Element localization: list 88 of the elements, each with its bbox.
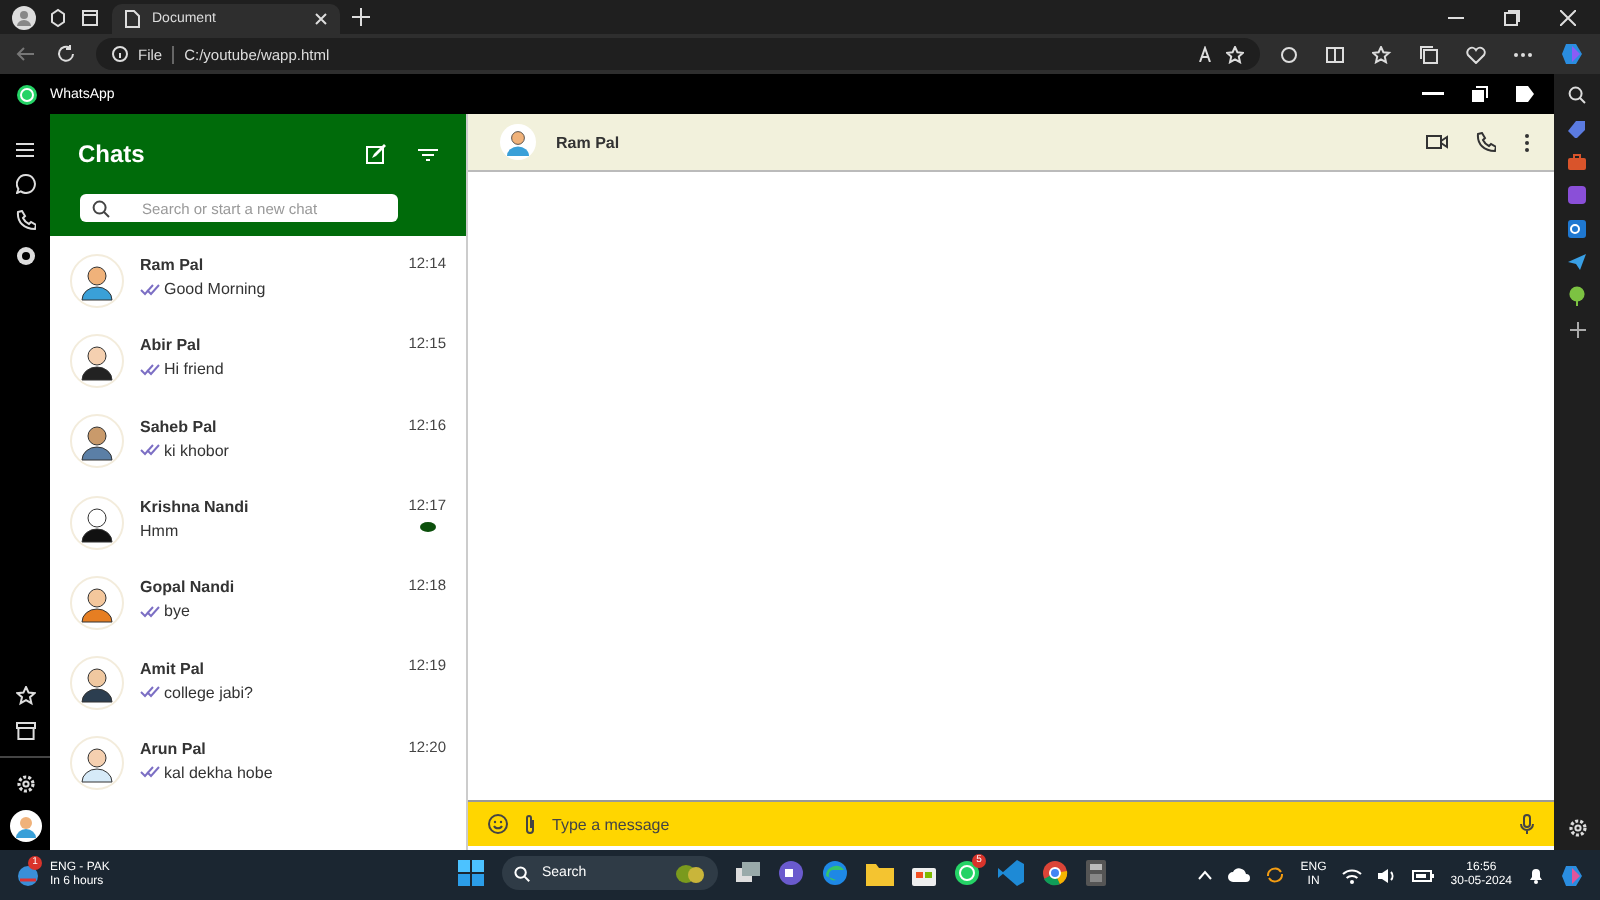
send-icon[interactable] — [1568, 254, 1586, 270]
whatsapp-logo-icon — [16, 83, 38, 105]
close-icon[interactable] — [1560, 9, 1576, 25]
attach-icon[interactable] — [524, 814, 536, 834]
avatar — [500, 124, 536, 160]
message-preview: college jabi? — [164, 683, 253, 702]
avatar — [70, 333, 124, 388]
archive-icon[interactable] — [15, 722, 35, 740]
settings-icon[interactable] — [15, 774, 35, 794]
status-icon[interactable] — [15, 246, 35, 266]
read-aloud-icon[interactable] — [1198, 46, 1216, 62]
weather-icon[interactable] — [16, 863, 40, 887]
refresh-icon[interactable] — [56, 44, 76, 64]
avatar — [70, 575, 124, 630]
collections-icon[interactable] — [1420, 45, 1438, 63]
message-preview: Hmm — [140, 522, 179, 541]
more-icon[interactable] — [1514, 51, 1532, 57]
contact-name: Krishna Nandi — [140, 498, 251, 517]
tree-icon[interactable] — [1568, 286, 1586, 306]
menu-icon[interactable] — [16, 142, 34, 158]
copilot-icon[interactable] — [1560, 863, 1584, 887]
avatar — [70, 495, 124, 550]
contact-name: Abir Pal — [140, 336, 203, 355]
briefcase-icon[interactable] — [1568, 154, 1586, 170]
browser-icon[interactable] — [822, 860, 848, 886]
filter-icon[interactable] — [418, 147, 438, 161]
emoji-icon[interactable] — [488, 814, 508, 834]
mail-icon[interactable] — [1568, 220, 1586, 238]
sync-icon[interactable] — [1266, 866, 1285, 884]
microphone-icon[interactable] — [1520, 814, 1534, 834]
more-icon[interactable] — [1524, 133, 1530, 151]
code-editor-icon[interactable] — [998, 860, 1024, 886]
tag-icon[interactable] — [1516, 86, 1534, 102]
message-preview: Hi friend — [164, 360, 224, 379]
windows-start-icon[interactable] — [458, 860, 484, 886]
contact-name: Amit Pal — [140, 659, 207, 678]
chat-icon[interactable] — [15, 174, 35, 194]
split-screen-icon[interactable] — [1326, 45, 1344, 63]
cloud-icon[interactable] — [1228, 868, 1251, 882]
contact-name: Ram Pal — [556, 133, 622, 151]
contact-name: Arun Pal — [140, 739, 208, 758]
task-view-icon[interactable] — [736, 862, 760, 884]
message-preview: bye — [164, 602, 190, 621]
close-icon[interactable] — [314, 12, 328, 26]
folder-icon[interactable] — [866, 861, 894, 885]
search-icon — [92, 199, 110, 217]
message-preview: ki khobor — [164, 441, 229, 460]
back-icon[interactable] — [16, 46, 36, 62]
avatar — [70, 656, 124, 711]
avatar — [70, 253, 124, 308]
contact-name: Gopal Nandi — [140, 578, 237, 597]
copilot-icon[interactable] — [1560, 42, 1584, 66]
chevron-up-icon[interactable] — [1198, 870, 1213, 880]
volume-icon[interactable] — [1378, 867, 1397, 883]
contact-name: Ram Pal — [140, 256, 206, 275]
document-icon — [124, 10, 140, 28]
restore-icon[interactable] — [1472, 86, 1488, 102]
whatsapp-icon[interactable] — [954, 860, 980, 886]
new-tab-icon[interactable] — [352, 8, 370, 26]
phone-icon[interactable] — [1476, 132, 1496, 152]
panel-title: Chats — [78, 140, 147, 168]
chrome-icon[interactable] — [1042, 860, 1068, 886]
wifi-icon[interactable] — [1342, 867, 1363, 883]
profile-icon[interactable] — [12, 5, 36, 29]
avatar — [70, 414, 124, 469]
new-chat-icon[interactable] — [366, 144, 386, 164]
heart-icon[interactable] — [1466, 45, 1486, 63]
message-preview: kal dekha hobe — [164, 763, 273, 782]
tab-actions-icon[interactable] — [80, 7, 100, 27]
minimize-icon[interactable] — [1422, 91, 1444, 97]
video-call-icon[interactable] — [1426, 134, 1448, 150]
info-icon — [112, 46, 128, 62]
fruit-icon — [674, 862, 706, 884]
video-meeting-icon[interactable] — [778, 860, 804, 886]
favorites-icon[interactable] — [1372, 45, 1392, 63]
profile-avatar[interactable] — [9, 810, 41, 842]
avatar — [70, 736, 124, 791]
search-icon — [514, 865, 530, 881]
search-icon[interactable] — [1568, 86, 1586, 104]
star-icon[interactable] — [15, 686, 35, 706]
favorite-icon[interactable] — [1226, 45, 1244, 63]
maximize-icon[interactable] — [1504, 9, 1520, 25]
calculator-icon[interactable] — [1086, 860, 1106, 886]
contact-name: Saheb Pal — [140, 417, 219, 436]
battery-icon[interactable] — [1412, 869, 1435, 881]
bell-icon[interactable] — [1528, 866, 1544, 884]
message-preview: Good Morning — [164, 280, 266, 299]
add-icon[interactable] — [1569, 322, 1585, 338]
